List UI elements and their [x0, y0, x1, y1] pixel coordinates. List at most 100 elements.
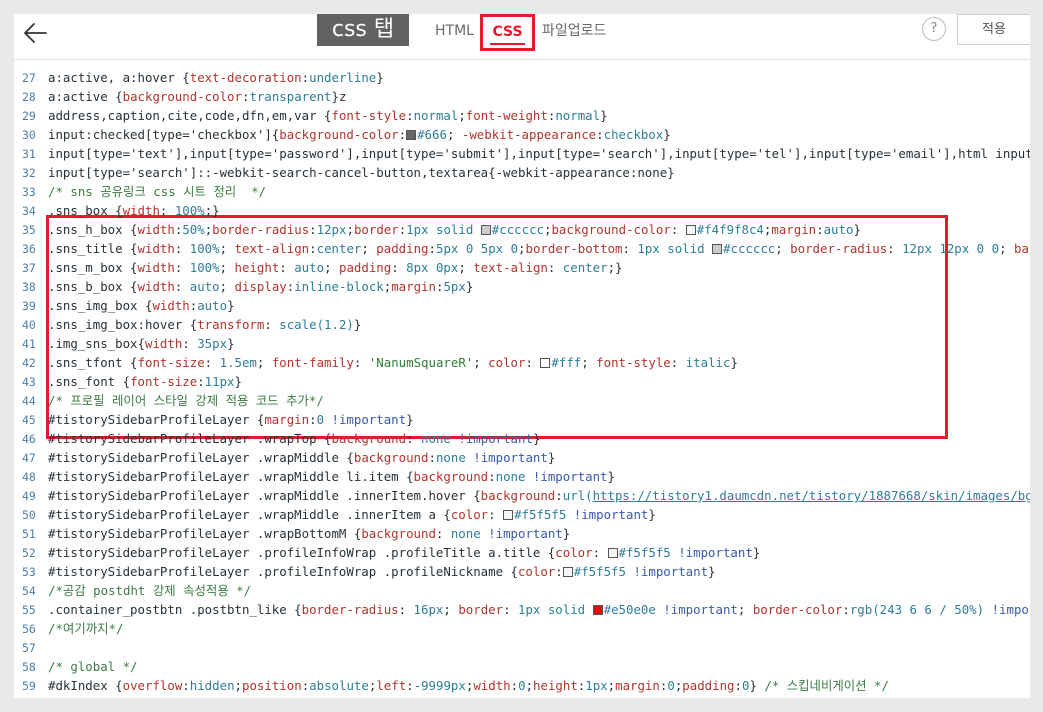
code-token: : — [428, 241, 436, 256]
code-text: .sns_b_box {width: auto; display:inline-… — [48, 279, 473, 294]
code-token: ;} — [204, 203, 220, 218]
code-text: #dkIndex {overflow:hidden;position:absol… — [48, 678, 889, 693]
tab-html[interactable]: HTML — [435, 14, 474, 51]
line-number: 52 — [22, 546, 36, 560]
tab-css-label: CSS — [492, 24, 523, 40]
code-token: .sns_tfont { — [48, 355, 138, 370]
code-token: : — [734, 678, 742, 693]
code-token: checkbox — [603, 127, 664, 142]
code-line: 28 a:active {background-color:transparent… — [14, 87, 1030, 106]
code-token: border-radius — [212, 222, 310, 237]
code-token: padding — [682, 678, 735, 693]
code-token: : — [547, 260, 563, 275]
color-swatch — [562, 567, 573, 577]
code-token: : — [525, 355, 541, 370]
code-token: hidden — [279, 697, 324, 698]
apply-button[interactable]: 적용 — [957, 14, 1030, 45]
code-token: : — [301, 70, 310, 85]
code-text: .ir_pm {display:block;overflow:hidden;fo… — [48, 697, 1030, 698]
code-line: 47 #tistorySidebarProfileLayer .wrapMiddl… — [14, 448, 1030, 467]
code-token: : — [398, 127, 407, 142]
code-token: } — [752, 545, 761, 560]
code-text: .sns_font {font-size:11px} — [48, 374, 242, 389]
code-token: : — [309, 222, 317, 237]
code-token: #f5f5f5 — [514, 507, 574, 522]
code-token: italic — [685, 355, 731, 370]
css-tab-overlay-label: css 탭 — [317, 14, 409, 46]
code-token: /* 프로필 레이어 스타일 강제 적용 코드 추가*/ — [48, 393, 324, 408]
code-token: #fff — [551, 355, 582, 370]
code-token: : — [503, 602, 518, 617]
code-token: font-style — [331, 108, 407, 123]
code-token: height — [533, 678, 578, 693]
code-token: border-color — [752, 602, 843, 617]
code-token: background-color — [122, 89, 242, 104]
code-token: : — [174, 279, 190, 294]
code-text: .sns_h_box {width:50%;border-radius:12px… — [48, 222, 861, 237]
code-token: } — [353, 317, 362, 332]
code-token: #dkIndex { — [48, 678, 123, 693]
tab-css[interactable]: CSS — [480, 14, 535, 51]
code-token: : — [670, 222, 686, 237]
code-line: 33 /* sns 공유링크 css 시트 정리 */ — [14, 182, 1030, 201]
code-token: #f4f9f8c4 — [696, 222, 764, 237]
code-text: .sns_title {width: 100%; text-align:cent… — [48, 241, 1030, 256]
line-number: 58 — [22, 660, 36, 674]
code-token: ; — [775, 241, 791, 256]
code-token: none — [450, 526, 489, 541]
code-token: border-radius — [301, 602, 399, 617]
code-token: .sns_box { — [48, 203, 123, 218]
code-token: !important — [678, 545, 753, 560]
code-token: center — [316, 241, 362, 256]
code-token: !important — [991, 602, 1030, 617]
code-token: .sns_title { — [48, 241, 138, 256]
code-token: .sns_m_box { — [48, 260, 138, 275]
code-token: input:checked[type='checkbox']{ — [48, 127, 280, 142]
line-number: 33 — [22, 185, 36, 199]
code-token: /* 사용된 이미지내 의미있는 텍스트의 대체텍스트를 제공할 — [697, 697, 1030, 698]
code-token: display — [108, 697, 160, 698]
code-text: .sns_m_box {width: 100%; height: auto; p… — [48, 260, 622, 275]
color-swatch — [712, 244, 723, 254]
code-line: 60.ir_pm {display: block; overflow: hidden;… — [14, 695, 1030, 698]
code-token: width — [137, 222, 175, 237]
back-button[interactable] — [20, 18, 50, 48]
code-token: #tistorySidebarProfileLayer .profileInfo… — [48, 545, 556, 560]
code-token: transform — [197, 317, 265, 332]
code-token: ; — [324, 260, 339, 275]
code-token: ; — [737, 602, 753, 617]
code-token: .sns_img_box { — [48, 298, 153, 313]
tab-file-upload[interactable]: 파일업로드 — [542, 14, 606, 51]
code-token: ; — [446, 127, 462, 142]
code-token: font-weight — [465, 108, 548, 123]
code-token: ; — [525, 678, 534, 693]
code-token: #tistorySidebarProfileLayer .wrapTop { — [48, 431, 332, 446]
line-number: 35 — [22, 223, 36, 237]
code-token: display — [234, 279, 287, 294]
code-token: !important — [331, 412, 407, 427]
code-token: #tistorySidebarProfileLayer .wrapMiddle … — [48, 507, 451, 522]
code-token: #tistorySidebarProfileLayer .profileInfo… — [48, 564, 518, 579]
code-token: : — [488, 507, 504, 522]
code-token: 8px 0px — [406, 260, 459, 275]
help-button[interactable]: ? — [922, 17, 946, 41]
code-token: ; — [458, 260, 474, 275]
code-token: 100% — [189, 241, 220, 256]
line-number: 34 — [22, 204, 36, 218]
line-number: 38 — [22, 280, 36, 294]
code-token: .sns_h_box { — [48, 222, 138, 237]
code-token: : — [816, 222, 824, 237]
code-token: .sns_font { — [48, 374, 131, 389]
line-number: 27 — [22, 71, 36, 85]
code-token: : — [197, 374, 205, 389]
code-line: 31 input[type='text'],input[type='passwor… — [14, 144, 1030, 163]
code-token: border-bottom — [525, 241, 623, 256]
code-line: 38 .sns_b_box {width: auto; display:inlin… — [14, 277, 1030, 296]
line-number: 36 — [22, 242, 36, 256]
code-token: ; — [473, 355, 489, 370]
code-token: width — [152, 298, 190, 313]
code-text: #tistorySidebarProfileLayer .profileInfo… — [48, 564, 716, 579]
code-editor[interactable]: 27 a:active, a:hover {text-decoration:und… — [14, 60, 1030, 698]
code-token: !important — [532, 469, 608, 484]
code-token: margin — [264, 412, 310, 427]
